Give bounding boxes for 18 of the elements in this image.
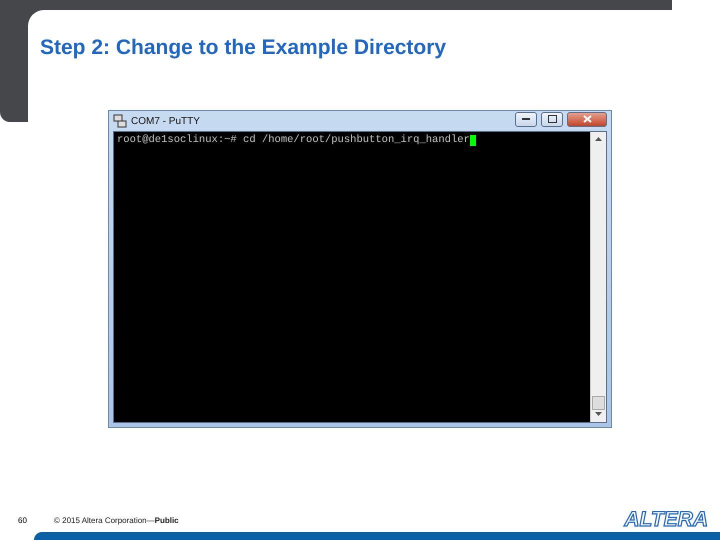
page-number: 60 (18, 516, 28, 524)
scroll-thumb[interactable] (592, 396, 605, 410)
scroll-down-icon[interactable] (595, 412, 602, 417)
minimize-button[interactable] (515, 112, 537, 126)
maximize-icon (548, 115, 556, 123)
slide-title: Step 2: Change to the Example Directory (40, 36, 448, 60)
computer-icon (113, 114, 127, 128)
scroll-up-icon[interactable] (595, 137, 602, 142)
terminal[interactable]: root@de1soclinux:~# cd /home/root/pushbutton_irq_handler (114, 132, 590, 422)
maximize-button[interactable] (541, 112, 563, 126)
terminal-line: root@de1soclinux:~# cd /home/root/pushbutton_irq_handler (117, 134, 470, 146)
minimize-icon (522, 118, 530, 120)
copyright-text: © 2015 Altera Corporation—Public (54, 516, 179, 524)
close-button[interactable] (567, 112, 607, 126)
close-icon (582, 115, 592, 123)
window-title: COM7 - PuTTY (131, 116, 200, 126)
company-logo: ALTERA (624, 508, 708, 532)
scrollbar[interactable] (590, 132, 606, 422)
